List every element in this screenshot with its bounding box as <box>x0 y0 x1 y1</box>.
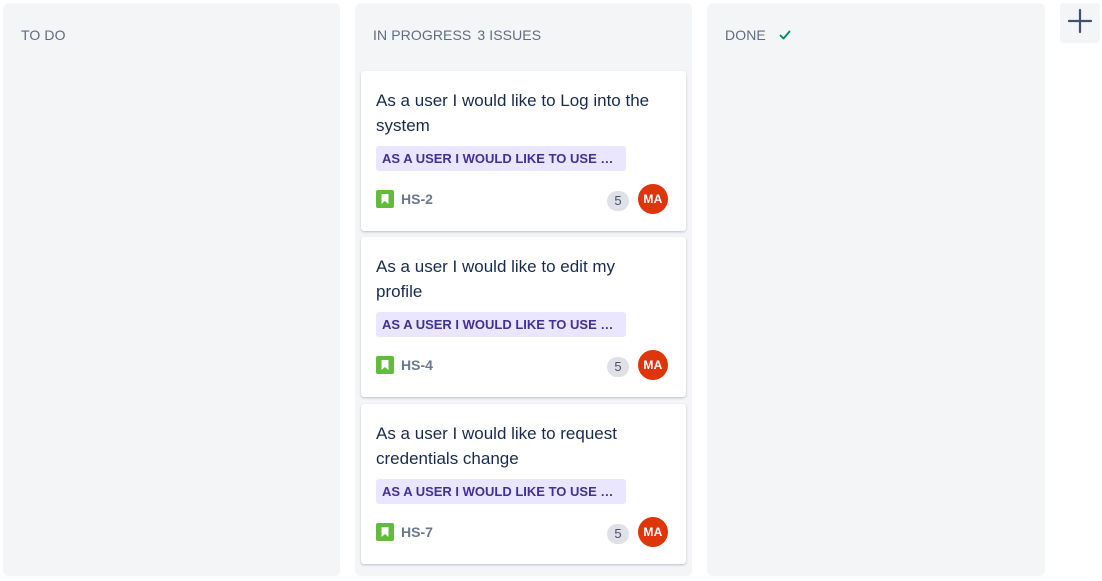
card-summary: As a user I would like to edit my profil… <box>376 257 616 301</box>
card-summary: As a user I would like to request creden… <box>376 424 617 468</box>
card-summary: As a user I would like to Log into the s… <box>376 91 650 135</box>
story-bookmark-icon <box>376 523 394 541</box>
issue-key[interactable]: HS-4 <box>401 357 433 373</box>
column-title: TO DO <box>21 27 66 43</box>
column-header-todo: TO DO <box>21 25 66 45</box>
checkmark-icon <box>778 28 792 42</box>
issue-count: 3 ISSUES <box>477 27 542 43</box>
column-header-in-progress: IN PROGRESS 3 ISSUES <box>373 25 541 45</box>
story-points-badge: 5 <box>607 356 629 377</box>
assignee-avatar[interactable]: MA <box>638 517 668 547</box>
column-done[interactable]: DONE <box>707 3 1045 576</box>
epic-label[interactable]: AS A USER I WOULD LIKE TO USE THE SYSTEM <box>376 146 626 171</box>
epic-label[interactable]: AS A USER I WOULD LIKE TO USE THE SYSTEM <box>376 312 626 337</box>
issue-key[interactable]: HS-7 <box>401 524 433 540</box>
column-title: DONE <box>725 27 766 43</box>
plus-icon <box>1067 8 1093 39</box>
epic-label[interactable]: AS A USER I WOULD LIKE TO USE THE SYSTEM <box>376 479 626 504</box>
story-bookmark-icon <box>376 356 394 374</box>
column-todo[interactable]: TO DO <box>3 3 340 576</box>
kanban-board: TO DO IN PROGRESS 3 ISSUES As a user I w… <box>0 0 1102 581</box>
column-title: IN PROGRESS <box>373 27 472 43</box>
issue-card[interactable]: As a user I would like to Log into the s… <box>361 71 686 231</box>
issue-key[interactable]: HS-2 <box>401 191 433 207</box>
issue-card[interactable]: As a user I would like to request creden… <box>361 404 686 564</box>
column-in-progress[interactable]: IN PROGRESS 3 ISSUES As a user I would l… <box>355 3 692 576</box>
assignee-avatar[interactable]: MA <box>638 184 668 214</box>
column-header-done: DONE <box>725 25 792 45</box>
story-points-badge: 5 <box>607 523 629 544</box>
story-bookmark-icon <box>376 190 394 208</box>
card-footer: HS-4 5 MA <box>376 350 668 380</box>
card-footer: HS-7 5 MA <box>376 517 668 547</box>
add-column-button[interactable] <box>1060 3 1100 43</box>
story-points-badge: 5 <box>607 190 629 211</box>
issue-card[interactable]: As a user I would like to edit my profil… <box>361 237 686 397</box>
card-footer: HS-2 5 MA <box>376 184 668 214</box>
assignee-avatar[interactable]: MA <box>638 350 668 380</box>
